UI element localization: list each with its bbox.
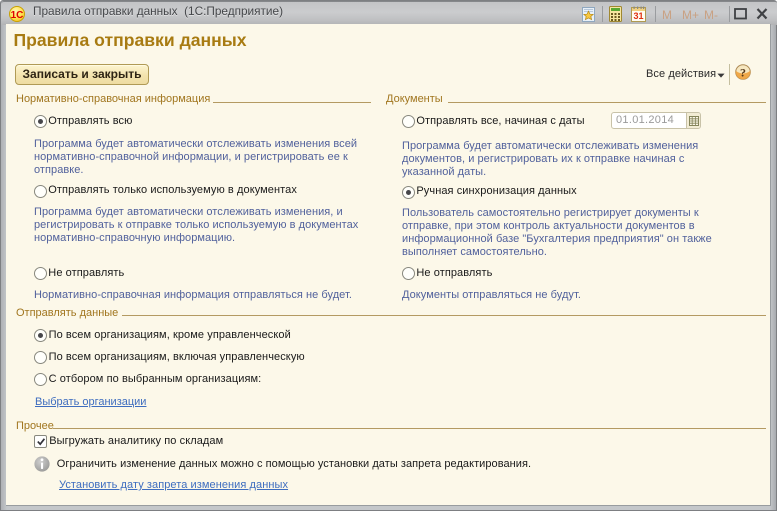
svg-text:31: 31: [633, 11, 643, 21]
svg-text:1С: 1С: [11, 10, 24, 21]
svg-text:?: ?: [740, 66, 746, 80]
